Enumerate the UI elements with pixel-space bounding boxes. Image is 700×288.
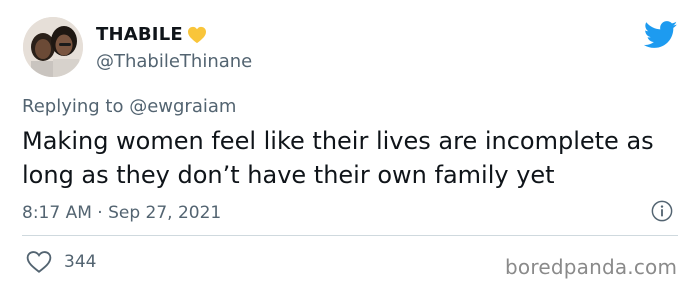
heart-outline-icon[interactable] (26, 250, 52, 274)
tweet-text: Making women feel like their lives are i… (22, 127, 654, 189)
replying-to[interactable]: Replying to @ewgraiam (22, 96, 236, 117)
like-count: 344 (64, 252, 97, 272)
divider (22, 235, 678, 236)
display-name[interactable]: THABILE (96, 24, 183, 45)
avatar-photo (23, 17, 83, 77)
avatar[interactable] (23, 17, 83, 77)
tweet-timestamp[interactable]: 8:17 AM · Sep 27, 2021 (22, 203, 221, 223)
user-name-row: THABILE (96, 24, 207, 45)
info-icon[interactable] (651, 200, 673, 222)
user-handle[interactable]: @ThabileThinane (96, 51, 252, 72)
twitter-bird-icon[interactable] (644, 21, 678, 49)
watermark: boredpanda.com (505, 255, 678, 279)
tweet-card: THABILE @ThabileThinane Replying to @ewg… (0, 0, 700, 288)
yellow-heart-icon (187, 26, 206, 43)
